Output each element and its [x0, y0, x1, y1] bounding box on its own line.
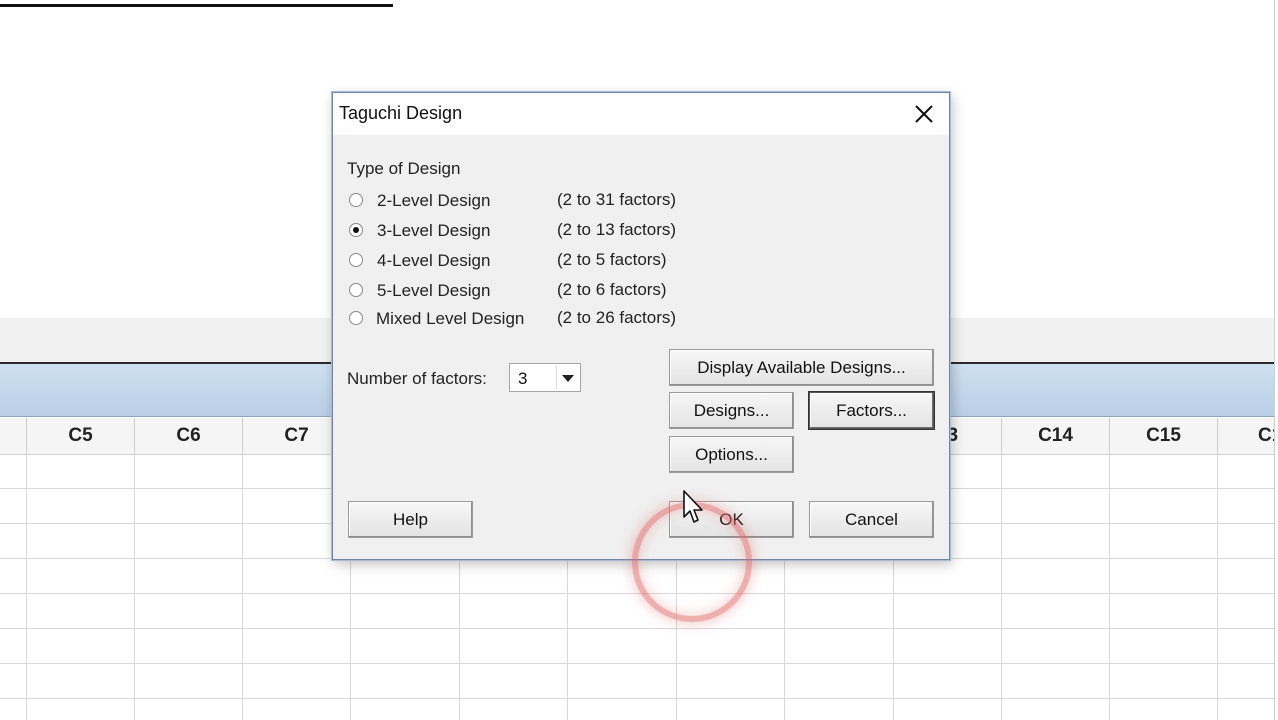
radio-label: Mixed Level Design — [376, 309, 525, 328]
factor-range: (2 to 6 factors) — [557, 280, 667, 299]
display-available-designs-button[interactable]: Display Available Designs... — [669, 349, 934, 386]
help-button[interactable]: Help — [348, 501, 473, 538]
radio-label: 2-Level Design — [377, 191, 491, 210]
grid-line — [0, 698, 1278, 699]
radio-button-selected[interactable] — [349, 223, 363, 237]
column-header-c15[interactable]: C15 — [1109, 418, 1217, 454]
grid-line — [1217, 454, 1218, 720]
column-header-c16[interactable]: C1 — [1217, 418, 1278, 454]
ok-button[interactable]: OK — [669, 501, 794, 538]
radio-label: 4-Level Design — [377, 251, 491, 270]
grid-line — [242, 454, 243, 720]
column-header-c6[interactable]: C6 — [134, 418, 242, 454]
grid-line — [26, 454, 27, 720]
grid-line — [0, 593, 1278, 594]
type-of-design-label: Type of Design — [347, 159, 461, 178]
radio-button[interactable] — [349, 311, 363, 325]
window-right-edge — [1274, 0, 1278, 720]
radio-label: 5-Level Design — [377, 281, 491, 300]
top-rule — [0, 4, 393, 7]
dialog-title: Taguchi Design — [339, 103, 463, 123]
factor-range: (2 to 26 factors) — [557, 308, 677, 327]
taguchi-design-dialog: Taguchi Design Type of Design 2-Level De… — [332, 92, 950, 560]
close-button[interactable] — [907, 97, 941, 131]
factor-range: (2 to 13 factors) — [557, 220, 677, 239]
radio-button[interactable] — [349, 283, 363, 297]
column-header-c14[interactable]: C14 — [1001, 418, 1109, 454]
grid-line — [1109, 454, 1110, 720]
dialog-titlebar[interactable]: Taguchi Design — [333, 93, 949, 135]
designs-button[interactable]: Designs... — [669, 392, 794, 429]
number-of-factors-label: Number of factors: — [347, 369, 487, 388]
factor-range: (2 to 31 factors) — [557, 190, 677, 209]
grid-line — [0, 628, 1278, 629]
grid-line — [0, 663, 1278, 664]
factor-range: (2 to 5 factors) — [557, 250, 667, 269]
radio-button[interactable] — [349, 193, 363, 207]
column-header-c5[interactable]: C5 — [26, 418, 134, 454]
radio-button[interactable] — [349, 253, 363, 267]
close-icon — [915, 105, 933, 123]
chevron-down-icon[interactable] — [556, 366, 578, 389]
radio-label: 3-Level Design — [377, 221, 491, 240]
number-of-factors-select[interactable]: 3 — [509, 363, 581, 392]
number-of-factors-value: 3 — [518, 369, 528, 388]
options-button[interactable]: Options... — [669, 436, 794, 473]
grid-line — [1001, 454, 1002, 720]
cancel-button[interactable]: Cancel — [809, 501, 934, 538]
factors-button[interactable]: Factors... — [809, 392, 934, 429]
grid-line — [134, 454, 135, 720]
